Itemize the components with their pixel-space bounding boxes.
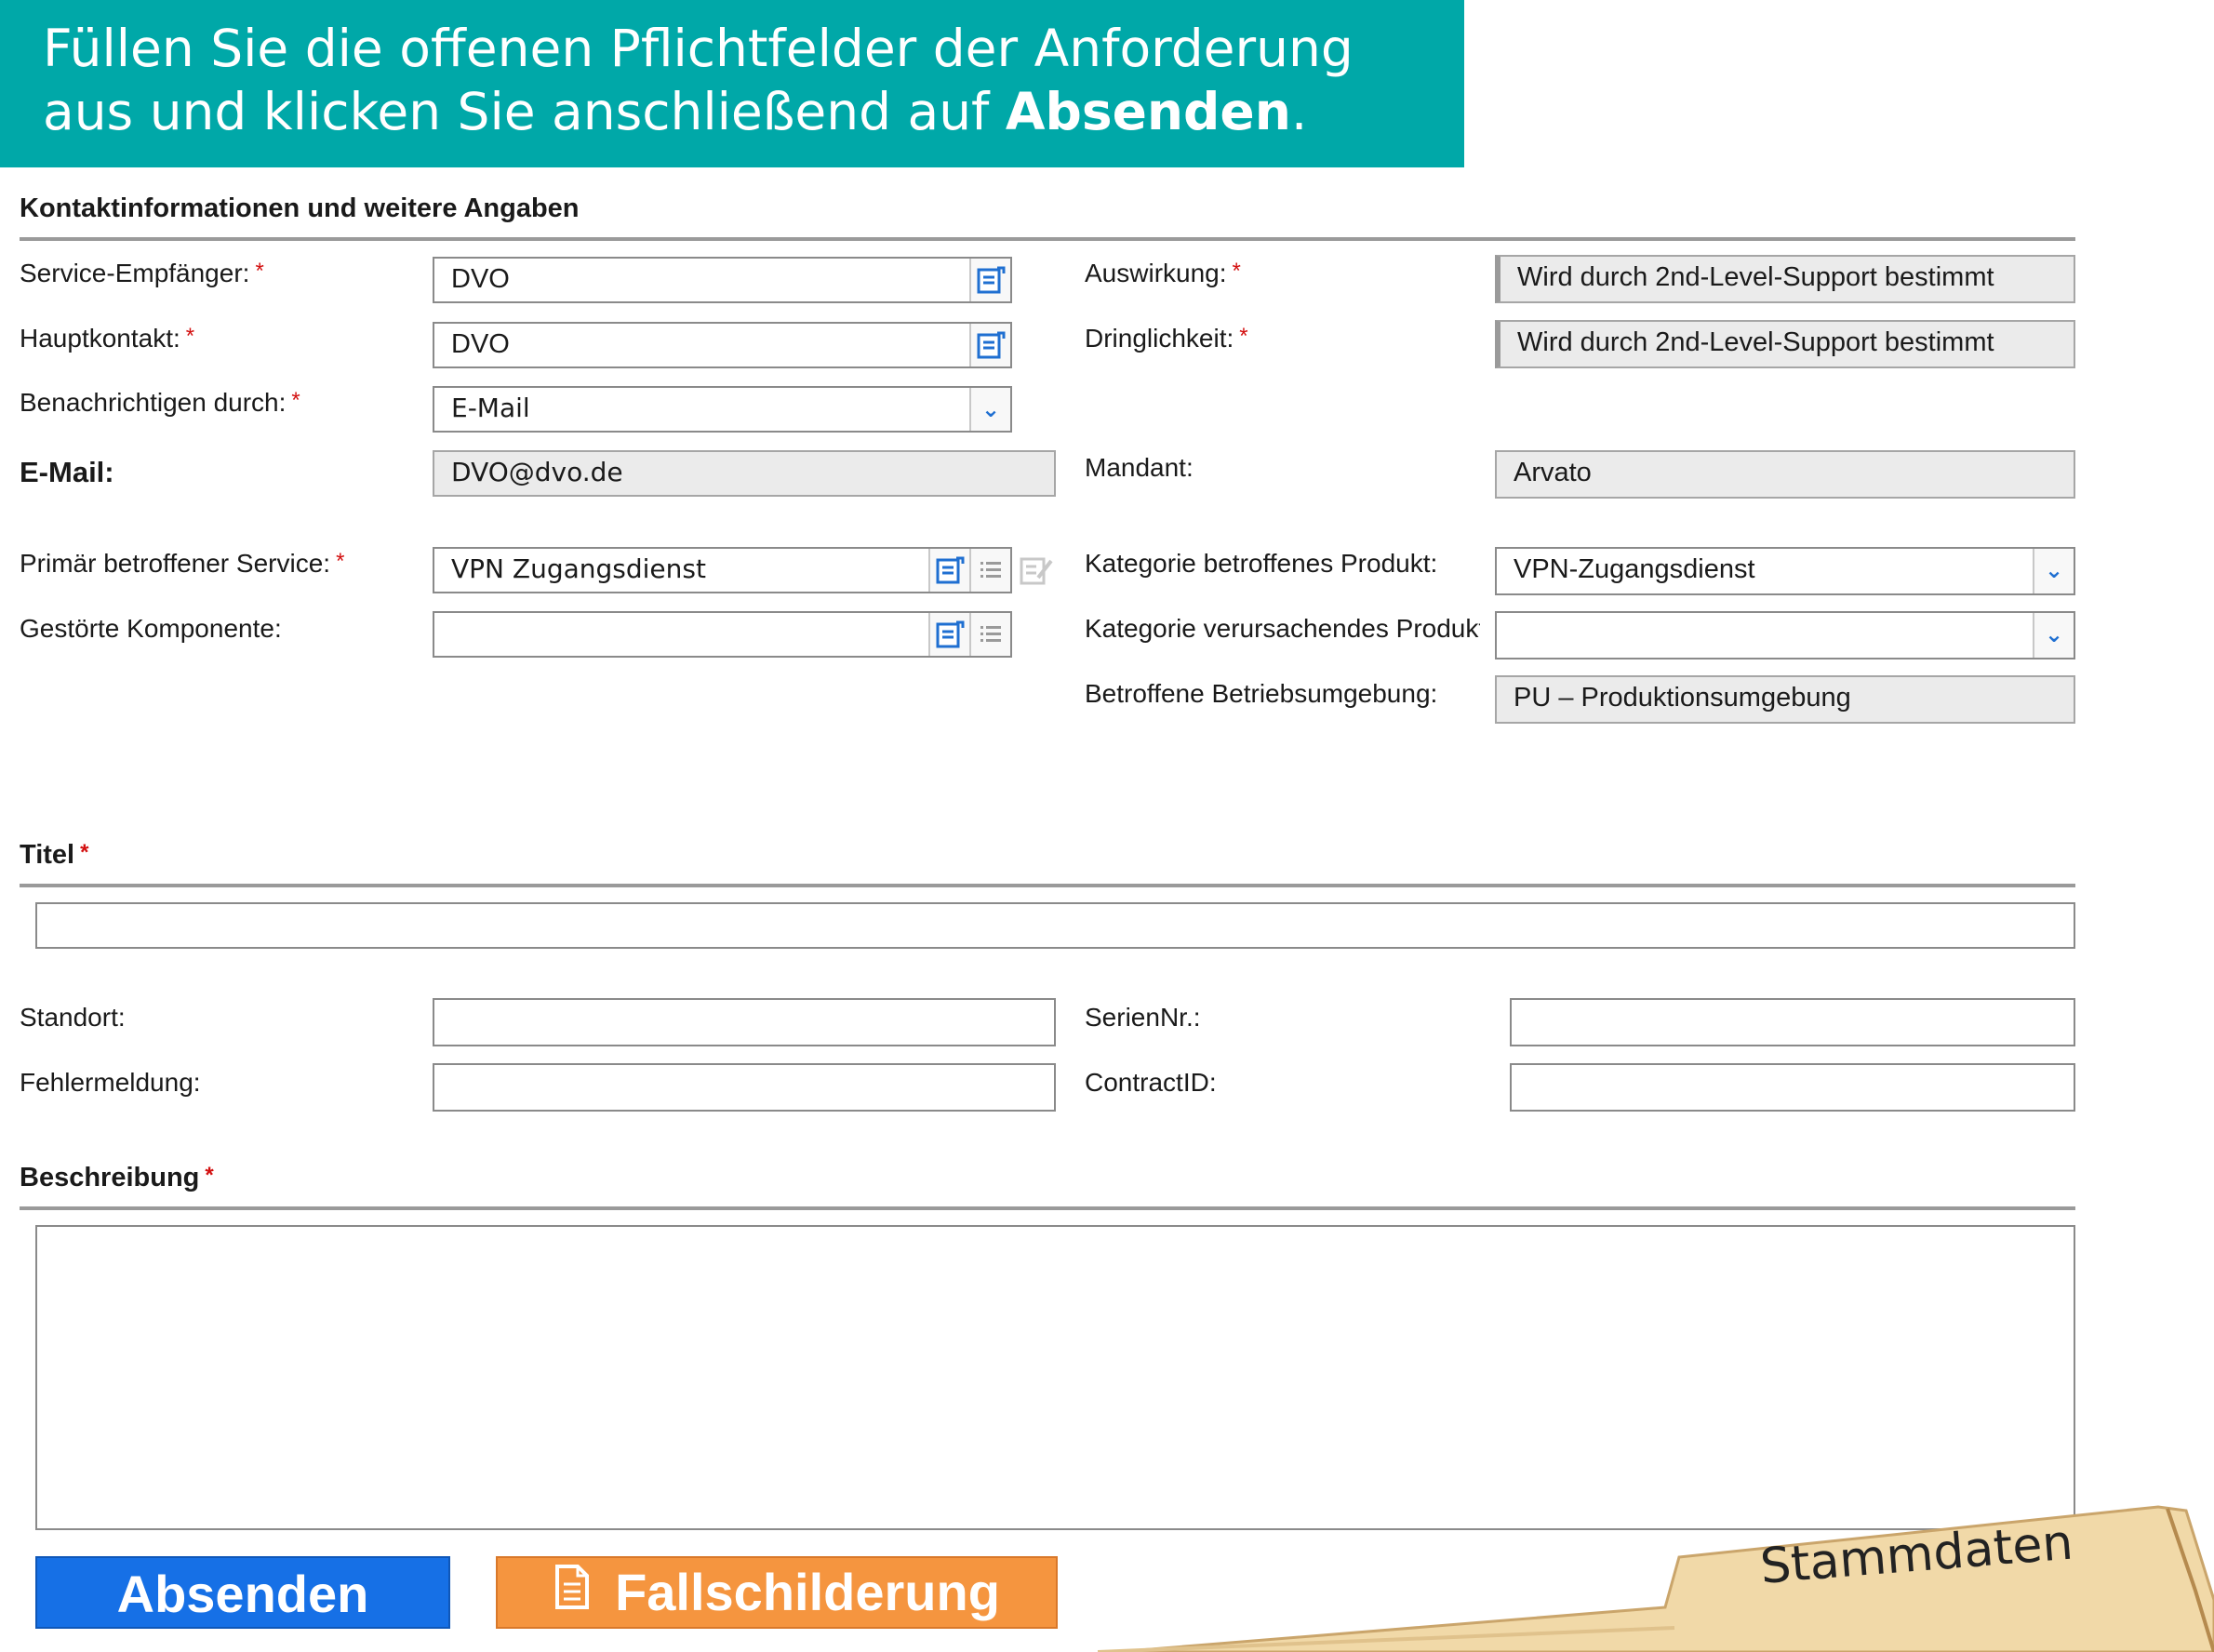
serial-no-input[interactable] bbox=[1510, 998, 2075, 1046]
banner-line-2-text: aus und klicken Sie anschließend auf bbox=[43, 82, 1006, 141]
impact-value: Wird durch 2nd-Level-Support bestimmt bbox=[1517, 262, 1994, 292]
faulty-component-field[interactable] bbox=[433, 611, 1012, 658]
required-marker: * bbox=[185, 324, 195, 349]
required-marker: * bbox=[291, 388, 300, 413]
notify-by-select[interactable]: E-Mail ⌄ bbox=[433, 386, 1012, 433]
required-marker: * bbox=[205, 1163, 214, 1188]
lookup-list-icon[interactable] bbox=[969, 259, 1010, 301]
impact-label: Auswirkung: * bbox=[1085, 259, 1241, 287]
affected-environment-field: PU – Produktionsumgebung bbox=[1495, 675, 2075, 724]
required-marker: * bbox=[1239, 324, 1248, 349]
affected-environment-label: Betroffene Betriebsumgebung: bbox=[1085, 679, 1438, 708]
location-label: Standort: bbox=[20, 1003, 126, 1032]
email-field: DVO@dvo.de bbox=[433, 450, 1056, 497]
chevron-down-icon[interactable]: ⌄ bbox=[969, 388, 1010, 431]
location-input[interactable] bbox=[433, 998, 1056, 1046]
description-section-divider bbox=[20, 1206, 2075, 1210]
urgency-label: Dringlichkeit: * bbox=[1085, 324, 1248, 353]
contract-id-input[interactable] bbox=[1510, 1063, 2075, 1112]
required-marker: * bbox=[336, 549, 345, 574]
chevron-down-icon[interactable]: ⌄ bbox=[2033, 613, 2074, 658]
list-icon[interactable] bbox=[969, 549, 1010, 592]
primary-service-value: VPN Zugangsdienst bbox=[451, 553, 706, 584]
required-marker: * bbox=[1232, 259, 1241, 284]
impact-field: Wird durch 2nd-Level-Support bestimmt bbox=[1495, 255, 2075, 303]
client-label: Mandant: bbox=[1085, 453, 1194, 482]
edit-form-icon[interactable] bbox=[1018, 552, 1055, 589]
notify-by-label: Benachrichtigen durch: * bbox=[20, 388, 300, 417]
causing-product-category-label: Kategorie verursachendes Produkt bbox=[1085, 614, 1480, 643]
required-marker: * bbox=[80, 840, 89, 865]
banner-line-2-emphasis: Absenden bbox=[1005, 82, 1291, 141]
service-recipient-label: Service-Empfänger: * bbox=[20, 259, 264, 287]
case-description-label: Fallschilderung bbox=[615, 1563, 1000, 1621]
title-section-divider bbox=[20, 884, 2075, 887]
serial-no-label: SerienNr.: bbox=[1085, 1003, 1201, 1032]
affected-product-category-value: VPN-Zugangsdienst bbox=[1514, 554, 1755, 584]
primary-service-field[interactable]: VPN Zugangsdienst bbox=[433, 547, 1012, 593]
email-value: DVO@dvo.de bbox=[451, 457, 623, 487]
urgency-field: Wird durch 2nd-Level-Support bestimmt bbox=[1495, 320, 2075, 368]
document-icon bbox=[554, 1556, 591, 1629]
client-value: Arvato bbox=[1514, 458, 1592, 487]
title-input[interactable] bbox=[35, 902, 2075, 949]
banner-line-1: Füllen Sie die offenen Pflichtfelder der… bbox=[43, 19, 1354, 78]
main-contact-value: DVO bbox=[451, 329, 510, 359]
list-icon[interactable] bbox=[969, 613, 1010, 656]
lookup-list-icon[interactable] bbox=[928, 549, 969, 592]
notify-by-value: E-Mail bbox=[451, 393, 530, 423]
required-marker: * bbox=[255, 259, 264, 284]
affected-product-category-label: Kategorie betroffenes Produkt: bbox=[1085, 549, 1438, 578]
faulty-component-label: Gestörte Komponente: bbox=[20, 614, 282, 643]
title-section-heading: Titel * bbox=[20, 840, 89, 870]
error-message-label: Fehlermeldung: bbox=[20, 1068, 201, 1097]
lookup-list-icon[interactable] bbox=[969, 324, 1010, 366]
description-section-heading: Beschreibung * bbox=[20, 1163, 214, 1192]
lookup-list-icon[interactable] bbox=[928, 613, 969, 656]
affected-product-category-select[interactable]: VPN-Zugangsdienst ⌄ bbox=[1495, 547, 2075, 595]
banner-line-2-suffix: . bbox=[1290, 82, 1308, 141]
service-recipient-value: DVO bbox=[451, 264, 510, 294]
service-recipient-field[interactable]: DVO bbox=[433, 257, 1012, 303]
error-message-input[interactable] bbox=[433, 1063, 1056, 1112]
contract-id-label: ContractID: bbox=[1085, 1068, 1217, 1097]
instruction-banner: Füllen Sie die offenen Pflichtfelder der… bbox=[0, 0, 1464, 167]
causing-product-category-select[interactable]: ⌄ bbox=[1495, 611, 2075, 659]
chevron-down-icon[interactable]: ⌄ bbox=[2033, 549, 2074, 593]
affected-environment-value: PU – Produktionsumgebung bbox=[1514, 683, 1851, 713]
primary-service-label: Primär betroffener Service: * bbox=[20, 549, 345, 578]
submit-button[interactable]: Absenden bbox=[35, 1556, 450, 1629]
case-description-button[interactable]: Fallschilderung bbox=[496, 1556, 1058, 1629]
client-field: Arvato bbox=[1495, 450, 2075, 499]
banner-line-2: aus und klicken Sie anschließend auf Abs… bbox=[43, 80, 1464, 143]
email-label: E-Mail: bbox=[20, 456, 114, 488]
contact-section-title: Kontaktinformationen und weitere Angaben bbox=[20, 193, 580, 223]
urgency-value: Wird durch 2nd-Level-Support bestimmt bbox=[1517, 327, 1994, 357]
description-textarea[interactable] bbox=[35, 1225, 2075, 1530]
main-contact-label: Hauptkontakt: * bbox=[20, 324, 195, 353]
contact-section-divider bbox=[20, 237, 2075, 241]
main-contact-field[interactable]: DVO bbox=[433, 322, 1012, 368]
